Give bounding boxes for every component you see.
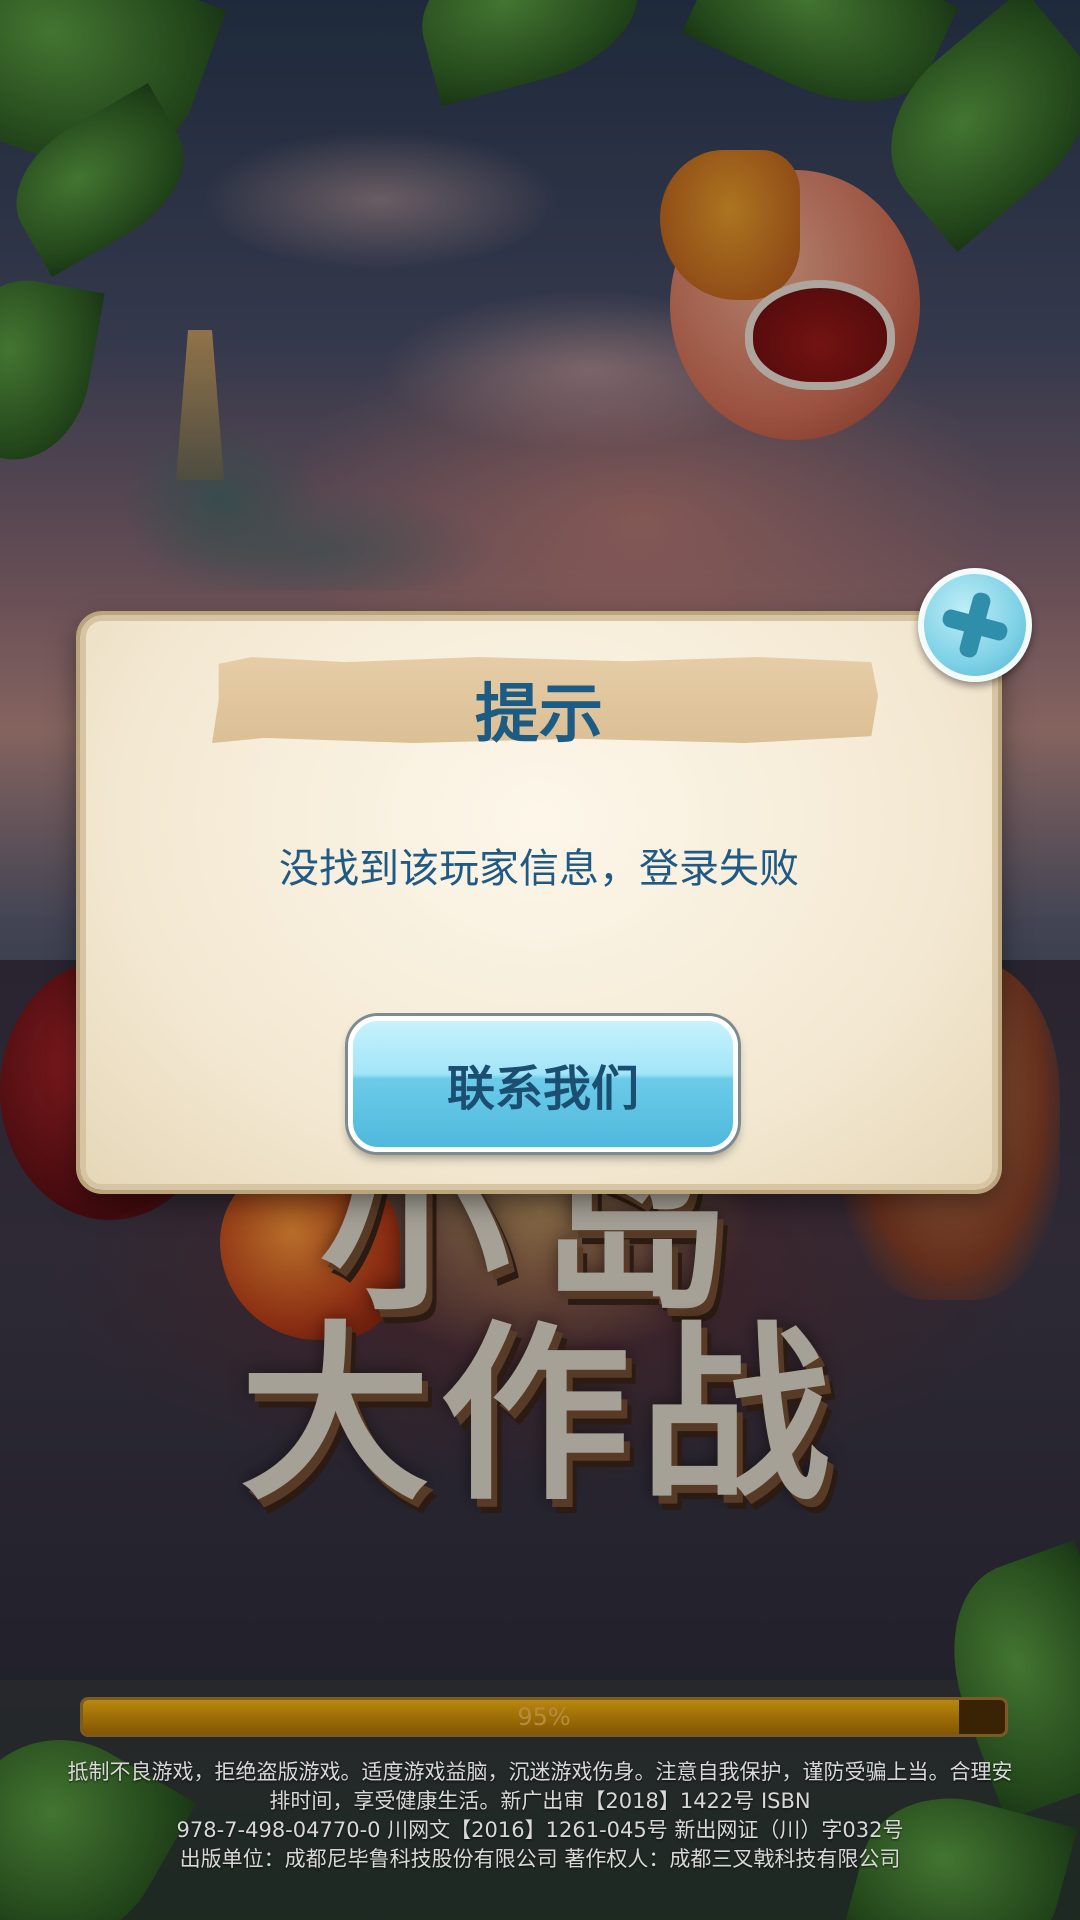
loading-progress-label: 95% (517, 1703, 571, 1731)
contact-us-button-label: 联系我们 (446, 1061, 639, 1117)
legal-notice: 抵制不良游戏，拒绝盗版游戏。适度游戏益脑，沉迷游戏伤身。注意自我保护，谨防受骗上… (0, 1758, 1080, 1874)
legal-notice-line: 排时间，享受健康生活。新广出审【2018】1422号 ISBN (269, 1789, 811, 1813)
contact-us-button[interactable]: 联系我们 (348, 1016, 738, 1152)
alert-dialog: 提示 没找到该玩家信息，登录失败 联系我们 (80, 615, 998, 1190)
dialog-title: 提示 (475, 678, 603, 752)
loading-progress-bar: 95% (80, 1697, 1008, 1737)
dialog-message: 没找到该玩家信息，登录失败 (279, 846, 799, 892)
legal-notice-line: 出版单位：成都尼毕鲁科技股份有限公司 著作权人：成都三叉戟科技有限公司 (179, 1847, 901, 1871)
close-icon (935, 585, 1016, 666)
legal-notice-line: 抵制不良游戏，拒绝盗版游戏。适度游戏益脑，沉迷游戏伤身。注意自我保护，谨防受骗上… (67, 1760, 1013, 1784)
legal-notice-line: 978-7-498-04770-0 川网文【2016】1261-045号 新出网… (176, 1818, 904, 1842)
close-button[interactable] (918, 568, 1032, 682)
